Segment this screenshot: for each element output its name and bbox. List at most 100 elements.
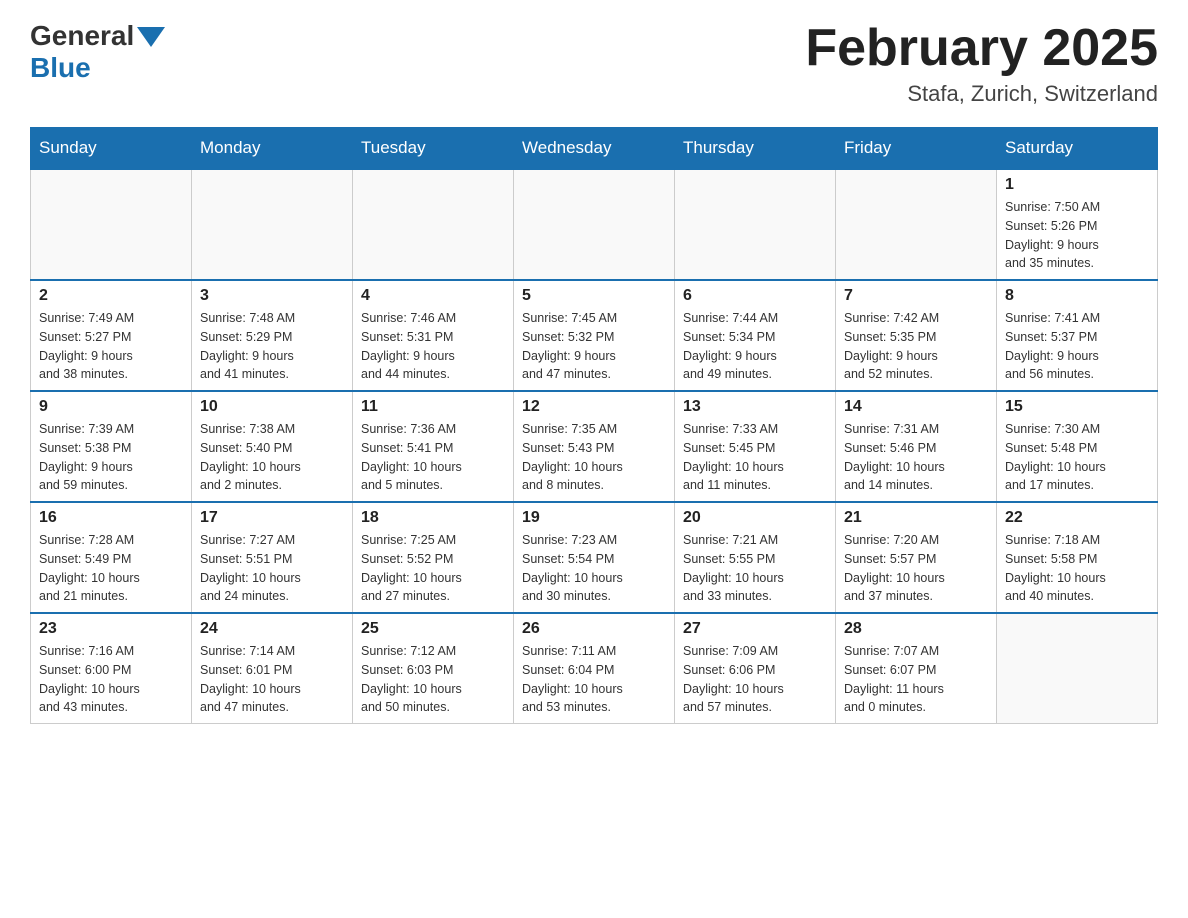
calendar-table: SundayMondayTuesdayWednesdayThursdayFrid… xyxy=(30,127,1158,724)
calendar-cell: 13 Sunrise: 7:33 AMSunset: 5:45 PMDayligh… xyxy=(675,391,836,502)
day-info: Sunrise: 7:31 AMSunset: 5:46 PMDaylight:… xyxy=(844,420,988,495)
day-info: Sunrise: 7:42 AMSunset: 5:35 PMDaylight:… xyxy=(844,309,988,384)
calendar-cell xyxy=(31,169,192,280)
calendar-cell xyxy=(675,169,836,280)
day-number: 27 xyxy=(683,620,827,638)
day-number: 18 xyxy=(361,509,505,527)
calendar-cell: 6 Sunrise: 7:44 AMSunset: 5:34 PMDaylight… xyxy=(675,280,836,391)
calendar-cell: 2 Sunrise: 7:49 AMSunset: 5:27 PMDaylight… xyxy=(31,280,192,391)
calendar-cell: 27 Sunrise: 7:09 AMSunset: 6:06 PMDayligh… xyxy=(675,613,836,724)
day-info: Sunrise: 7:20 AMSunset: 5:57 PMDaylight:… xyxy=(844,531,988,606)
day-number: 14 xyxy=(844,398,988,416)
day-number: 6 xyxy=(683,287,827,305)
logo-general: General xyxy=(30,20,134,52)
calendar-cell: 20 Sunrise: 7:21 AMSunset: 5:55 PMDayligh… xyxy=(675,502,836,613)
calendar-cell: 19 Sunrise: 7:23 AMSunset: 5:54 PMDayligh… xyxy=(514,502,675,613)
day-info: Sunrise: 7:35 AMSunset: 5:43 PMDaylight:… xyxy=(522,420,666,495)
calendar-cell xyxy=(192,169,353,280)
calendar-cell: 5Sunrise: 7:45 AMSunset: 5:32 PMDaylight… xyxy=(514,280,675,391)
day-info: Sunrise: 7:50 AMSunset: 5:26 PMDaylight:… xyxy=(1005,198,1149,273)
day-number: 8 xyxy=(1005,287,1149,305)
calendar-cell: 11 Sunrise: 7:36 AMSunset: 5:41 PMDayligh… xyxy=(353,391,514,502)
col-header-thursday: Thursday xyxy=(675,128,836,170)
col-header-tuesday: Tuesday xyxy=(353,128,514,170)
calendar-cell: 8Sunrise: 7:41 AMSunset: 5:37 PMDaylight… xyxy=(997,280,1158,391)
calendar-cell: 15 Sunrise: 7:30 AMSunset: 5:48 PMDayligh… xyxy=(997,391,1158,502)
day-number: 11 xyxy=(361,398,505,416)
day-number: 2 xyxy=(39,287,183,305)
location-subtitle: Stafa, Zurich, Switzerland xyxy=(805,81,1158,107)
calendar-cell xyxy=(514,169,675,280)
day-number: 3 xyxy=(200,287,344,305)
day-number: 21 xyxy=(844,509,988,527)
day-info: Sunrise: 7:49 AMSunset: 5:27 PMDaylight:… xyxy=(39,309,183,384)
calendar-week-row-5: 23Sunrise: 7:16 AMSunset: 6:00 PMDayligh… xyxy=(31,613,1158,724)
day-info: Sunrise: 7:25 AMSunset: 5:52 PMDaylight:… xyxy=(361,531,505,606)
day-info: Sunrise: 7:27 AMSunset: 5:51 PMDaylight:… xyxy=(200,531,344,606)
day-number: 13 xyxy=(683,398,827,416)
day-info: Sunrise: 7:12 AMSunset: 6:03 PMDaylight:… xyxy=(361,642,505,717)
day-info: Sunrise: 7:38 AMSunset: 5:40 PMDaylight:… xyxy=(200,420,344,495)
col-header-wednesday: Wednesday xyxy=(514,128,675,170)
logo-blue: Blue xyxy=(30,52,91,84)
day-number: 20 xyxy=(683,509,827,527)
col-header-monday: Monday xyxy=(192,128,353,170)
day-info: Sunrise: 7:21 AMSunset: 5:55 PMDaylight:… xyxy=(683,531,827,606)
calendar-cell: 23Sunrise: 7:16 AMSunset: 6:00 PMDayligh… xyxy=(31,613,192,724)
calendar-cell: 4Sunrise: 7:46 AMSunset: 5:31 PMDaylight… xyxy=(353,280,514,391)
calendar-cell: 12 Sunrise: 7:35 AMSunset: 5:43 PMDayligh… xyxy=(514,391,675,502)
calendar-cell: 10Sunrise: 7:38 AMSunset: 5:40 PMDayligh… xyxy=(192,391,353,502)
title-block: February 2025 Stafa, Zurich, Switzerland xyxy=(805,20,1158,107)
calendar-cell: 24Sunrise: 7:14 AMSunset: 6:01 PMDayligh… xyxy=(192,613,353,724)
day-info: Sunrise: 7:07 AMSunset: 6:07 PMDaylight:… xyxy=(844,642,988,717)
calendar-cell: 21 Sunrise: 7:20 AMSunset: 5:57 PMDayligh… xyxy=(836,502,997,613)
day-info: Sunrise: 7:28 AMSunset: 5:49 PMDaylight:… xyxy=(39,531,183,606)
day-number: 1 xyxy=(1005,176,1149,194)
day-number: 4 xyxy=(361,287,505,305)
day-number: 26 xyxy=(522,620,666,638)
day-number: 28 xyxy=(844,620,988,638)
day-info: Sunrise: 7:33 AMSunset: 5:45 PMDaylight:… xyxy=(683,420,827,495)
col-header-friday: Friday xyxy=(836,128,997,170)
day-info: Sunrise: 7:23 AMSunset: 5:54 PMDaylight:… xyxy=(522,531,666,606)
day-number: 12 xyxy=(522,398,666,416)
day-info: Sunrise: 7:36 AMSunset: 5:41 PMDaylight:… xyxy=(361,420,505,495)
col-header-sunday: Sunday xyxy=(31,128,192,170)
day-info: Sunrise: 7:18 AMSunset: 5:58 PMDaylight:… xyxy=(1005,531,1149,606)
calendar-cell: 26 Sunrise: 7:11 AMSunset: 6:04 PMDayligh… xyxy=(514,613,675,724)
day-info: Sunrise: 7:48 AMSunset: 5:29 PMDaylight:… xyxy=(200,309,344,384)
day-info: Sunrise: 7:09 AMSunset: 6:06 PMDaylight:… xyxy=(683,642,827,717)
calendar-header-row: SundayMondayTuesdayWednesdayThursdayFrid… xyxy=(31,128,1158,170)
calendar-cell: 17Sunrise: 7:27 AMSunset: 5:51 PMDayligh… xyxy=(192,502,353,613)
logo: General Blue xyxy=(30,20,165,84)
month-title: February 2025 xyxy=(805,20,1158,77)
calendar-cell: 18 Sunrise: 7:25 AMSunset: 5:52 PMDayligh… xyxy=(353,502,514,613)
calendar-cell: 1 Sunrise: 7:50 AMSunset: 5:26 PMDaylight… xyxy=(997,169,1158,280)
day-info: Sunrise: 7:11 AMSunset: 6:04 PMDaylight:… xyxy=(522,642,666,717)
day-number: 25 xyxy=(361,620,505,638)
calendar-cell: 14 Sunrise: 7:31 AMSunset: 5:46 PMDayligh… xyxy=(836,391,997,502)
calendar-cell: 16 Sunrise: 7:28 AMSunset: 5:49 PMDayligh… xyxy=(31,502,192,613)
day-number: 19 xyxy=(522,509,666,527)
day-number: 5 xyxy=(522,287,666,305)
calendar-cell: 22 Sunrise: 7:18 AMSunset: 5:58 PMDayligh… xyxy=(997,502,1158,613)
calendar-cell: 28 Sunrise: 7:07 AMSunset: 6:07 PMDayligh… xyxy=(836,613,997,724)
day-info: Sunrise: 7:14 AMSunset: 6:01 PMDaylight:… xyxy=(200,642,344,717)
day-info: Sunrise: 7:44 AMSunset: 5:34 PMDaylight:… xyxy=(683,309,827,384)
calendar-cell: 7Sunrise: 7:42 AMSunset: 5:35 PMDaylight… xyxy=(836,280,997,391)
day-number: 22 xyxy=(1005,509,1149,527)
day-info: Sunrise: 7:30 AMSunset: 5:48 PMDaylight:… xyxy=(1005,420,1149,495)
day-number: 9 xyxy=(39,398,183,416)
calendar-cell: 9 Sunrise: 7:39 AMSunset: 5:38 PMDaylight… xyxy=(31,391,192,502)
page-header: General Blue February 2025 Stafa, Zurich… xyxy=(30,20,1158,107)
calendar-week-row-2: 2 Sunrise: 7:49 AMSunset: 5:27 PMDaylight… xyxy=(31,280,1158,391)
calendar-cell: 3 Sunrise: 7:48 AMSunset: 5:29 PMDaylight… xyxy=(192,280,353,391)
day-info: Sunrise: 7:39 AMSunset: 5:38 PMDaylight:… xyxy=(39,420,183,495)
calendar-week-row-3: 9 Sunrise: 7:39 AMSunset: 5:38 PMDaylight… xyxy=(31,391,1158,502)
day-number: 16 xyxy=(39,509,183,527)
logo-triangle-icon xyxy=(137,27,165,47)
calendar-cell: 25 Sunrise: 7:12 AMSunset: 6:03 PMDayligh… xyxy=(353,613,514,724)
calendar-cell xyxy=(997,613,1158,724)
calendar-week-row-4: 16 Sunrise: 7:28 AMSunset: 5:49 PMDayligh… xyxy=(31,502,1158,613)
day-number: 15 xyxy=(1005,398,1149,416)
